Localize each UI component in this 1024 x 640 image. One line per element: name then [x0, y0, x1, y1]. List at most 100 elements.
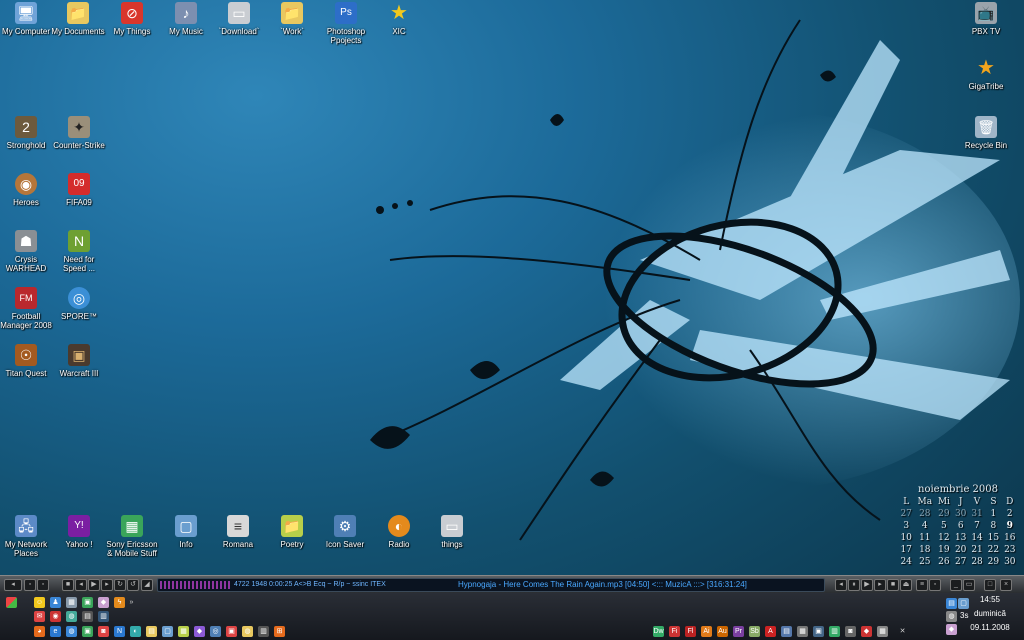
calendar-day[interactable]: 21 [969, 544, 985, 556]
calendar-day[interactable]: 27 [898, 508, 914, 520]
calendar-day[interactable]: 14 [969, 532, 985, 544]
quicklaunch-messenger-icon[interactable]: ♟ [50, 597, 61, 608]
quicklaunch-row2-e-icon[interactable]: ▥ [98, 611, 109, 622]
calendar-day[interactable]: 6 [953, 520, 969, 532]
premiere-icon[interactable]: Pr [733, 626, 744, 637]
app-i-icon[interactable]: ◎ [210, 626, 221, 637]
player-mini-button[interactable]: ▫ [24, 579, 36, 591]
minimize-button[interactable]: _ [950, 579, 962, 591]
app-j-icon[interactable]: ▣ [226, 626, 237, 637]
eject-button[interactable]: ⏏ [900, 579, 912, 591]
app-p-icon[interactable]: ▣ [813, 626, 824, 637]
calendar-day[interactable]: 4 [914, 520, 935, 532]
calendar-day[interactable]: 5 [935, 520, 952, 532]
volume-button[interactable]: ◢ [141, 579, 153, 591]
desktop-icon-titan-quest[interactable]: ☉ Titan Quest [0, 344, 56, 378]
app-a-icon[interactable]: ▣ [82, 626, 93, 637]
shuffle-button[interactable]: ↻ [114, 579, 126, 591]
quicklaunch-row2-d-icon[interactable]: ▤ [82, 611, 93, 622]
next-button[interactable]: ▸ [101, 579, 113, 591]
desktop-icon-things[interactable]: ▭ things [422, 515, 482, 549]
calendar-day[interactable]: 31 [969, 508, 985, 520]
app-g-icon[interactable]: ▦ [178, 626, 189, 637]
app-c-icon[interactable]: N [114, 626, 125, 637]
desktop-icon-counter-strike[interactable]: ✦ Counter-Strike [49, 116, 109, 150]
playlist-button[interactable]: ≡ [916, 579, 928, 591]
desktop-icon-recycle-bin[interactable]: 🗑 Recycle Bin [956, 116, 1016, 150]
calendar-day[interactable]: 25 [914, 556, 935, 568]
calendar-day[interactable]: 12 [935, 532, 952, 544]
system-clock[interactable]: 14:55 duminică 09.11.2008 [960, 593, 1020, 635]
player-menu-button[interactable]: ◂ [4, 579, 22, 591]
app-d-icon[interactable]: ◐ [130, 626, 141, 637]
calendar-day[interactable]: 22 [985, 544, 1001, 556]
desktop-icon-spore[interactable]: ◎ SPORE™ [49, 287, 109, 321]
desktop-icon-my-things[interactable]: ⊘ My Things [102, 2, 162, 36]
app-m-icon[interactable]: ⊞ [274, 626, 285, 637]
calendar-day[interactable]: 28 [914, 508, 935, 520]
seek-back-button[interactable]: ◂ [835, 579, 847, 591]
calendar-day[interactable]: 18 [914, 544, 935, 556]
calendar-day[interactable]: 11 [914, 532, 935, 544]
calendar-day[interactable]: 24 [898, 556, 914, 568]
calendar-day[interactable]: 17 [898, 544, 914, 556]
desktop-icon-photoshop-projects[interactable]: Ps Photoshop Ppojects [316, 2, 376, 45]
quicklaunch-row2-c-icon[interactable]: ◍ [66, 611, 77, 622]
illustrator-icon[interactable]: Ai [701, 626, 712, 637]
pause-button[interactable]: ⏸ [848, 579, 860, 591]
desktop-icon-crysis-warhead[interactable]: ☗ Crysis WARHEAD [0, 230, 56, 273]
calendar-day[interactable]: 7 [969, 520, 985, 532]
calendar-day[interactable]: 9 [1002, 520, 1018, 532]
firefox-icon[interactable]: ◕ [34, 626, 45, 637]
flash-icon[interactable]: Fl [685, 626, 696, 637]
quicklaunch-cube-icon[interactable]: ◆ [98, 597, 109, 608]
app-q-icon[interactable]: ▥ [829, 626, 840, 637]
prev-button[interactable]: ◂ [75, 579, 87, 591]
app-b-icon[interactable]: ◙ [98, 626, 109, 637]
play-button[interactable]: ▶ [88, 579, 100, 591]
close-button[interactable]: × [1000, 579, 1012, 591]
app-h-icon[interactable]: ◆ [194, 626, 205, 637]
calendar-day[interactable]: 20 [953, 544, 969, 556]
tray-network-icon[interactable]: ▤ [946, 598, 957, 609]
maximize-button[interactable]: □ [984, 579, 996, 591]
calendar-day[interactable]: 29 [985, 556, 1001, 568]
desktop-icon-download[interactable]: ▭ `Download` [209, 2, 269, 36]
calendar-day[interactable]: 29 [935, 508, 952, 520]
quicklaunch-row2-a-icon[interactable]: ✉ [34, 611, 45, 622]
calendar-day[interactable]: 26 [935, 556, 952, 568]
app-l-icon[interactable]: ▥ [258, 626, 269, 637]
desktop-icon-icon-saver[interactable]: ⚙ Icon Saver [315, 515, 375, 549]
fireworks-icon[interactable]: Fi [669, 626, 680, 637]
calendar-day[interactable]: 15 [985, 532, 1001, 544]
calendar-day[interactable]: 8 [985, 520, 1001, 532]
calendar-day[interactable]: 3 [898, 520, 914, 532]
quicklaunch-tools-icon[interactable]: ▦ [66, 597, 77, 608]
repeat-button[interactable]: ↺ [127, 579, 139, 591]
calendar-day[interactable]: 2 [1002, 508, 1018, 520]
app-s-icon[interactable]: ◆ [861, 626, 872, 637]
desktop-icon-my-network-places[interactable]: 🖧 My Network Places [0, 515, 56, 558]
start-button[interactable] [6, 597, 17, 608]
app-f-icon[interactable]: ▢ [162, 626, 173, 637]
desktop-icon-need-for-speed[interactable]: N Need for Speed ... [49, 230, 109, 273]
app-n-icon[interactable]: ▤ [781, 626, 792, 637]
desktop-icon-yahoo[interactable]: Y! Yahoo ! [49, 515, 109, 549]
quicklaunch-expand-icon[interactable]: » [126, 597, 137, 608]
desktop-icon-football-manager[interactable]: FM Football Manager 2008 [0, 287, 56, 330]
desktop-icon-romana[interactable]: ≡ Romana [208, 515, 268, 549]
desktop-icon-info[interactable]: ▢ Info [156, 515, 216, 549]
app-t-icon[interactable]: ▦ [877, 626, 888, 637]
seek-forward-button[interactable]: ▸ [874, 579, 886, 591]
quicklaunch-winamp-icon[interactable]: ϟ [114, 597, 125, 608]
quicklaunch-green-icon[interactable]: ▣ [82, 597, 93, 608]
internet-explorer-icon[interactable]: e [50, 626, 61, 637]
calendar-day[interactable]: 1 [985, 508, 1001, 520]
play2-button[interactable]: ▶ [861, 579, 873, 591]
calendar-day[interactable]: 23 [1002, 544, 1018, 556]
calendar-day[interactable]: 28 [969, 556, 985, 568]
tray-cube-icon[interactable]: ◆ [946, 624, 957, 635]
calendar-day[interactable]: 10 [898, 532, 914, 544]
calendar-day[interactable]: 30 [1002, 556, 1018, 568]
calendar-day[interactable]: 19 [935, 544, 952, 556]
